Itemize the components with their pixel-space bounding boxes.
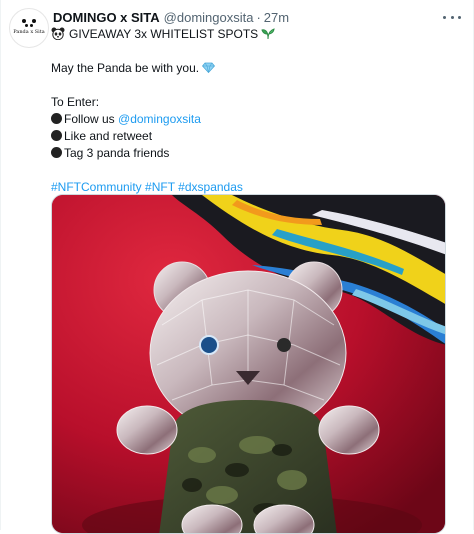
black-circle-icon <box>51 147 62 158</box>
tweet-text: GIVEAWAY 3x WHITELIST SPOTS May the Pand… <box>51 26 461 196</box>
gem-icon <box>202 62 216 73</box>
tweet-header: DOMINGO x SITA @domingoxsita · 27m <box>53 8 463 26</box>
follow-prefix: Follow us <box>64 112 119 126</box>
step-tag: Tag 3 panda friends <box>51 145 461 162</box>
more-icon[interactable] <box>443 12 461 22</box>
avatar-logo-text: Panda x Sita <box>13 29 45 35</box>
separator-dot: · <box>256 9 261 25</box>
panda-icon <box>51 27 65 40</box>
step-tag-text: Tag 3 panda friends <box>64 146 170 160</box>
panda-logo-icon <box>22 19 36 29</box>
hashtag-link[interactable]: #NFT <box>145 180 175 194</box>
timestamp[interactable]: 27m <box>264 10 289 25</box>
step-like: Like and retweet <box>51 128 461 145</box>
crystal-bear-artwork <box>52 195 445 533</box>
seedling-icon <box>261 28 275 40</box>
hashtag-link[interactable]: #NFTCommunity <box>51 180 142 194</box>
giveaway-title: GIVEAWAY 3x WHITELIST SPOTS <box>69 27 259 41</box>
title-line: GIVEAWAY 3x WHITELIST SPOTS <box>51 26 461 43</box>
step-like-text: Like and retweet <box>64 129 153 143</box>
tweet-media-image[interactable] <box>51 194 446 534</box>
user-handle[interactable]: @domingoxsita <box>164 10 254 25</box>
display-name[interactable]: DOMINGO x SITA <box>53 10 160 25</box>
hashtag-link[interactable]: #dxspandas <box>178 180 243 194</box>
panda-line-text: May the Panda be with you. <box>51 61 200 75</box>
panda-line: May the Panda be with you. <box>51 60 461 77</box>
tweet-card[interactable]: Panda x Sita DOMINGO x SITA @domingoxsit… <box>0 0 474 534</box>
black-circle-icon <box>51 130 62 141</box>
step-follow: Follow us @domingoxsita <box>51 111 461 128</box>
mention-link[interactable]: @domingoxsita <box>118 112 201 126</box>
to-enter-label: To Enter: <box>51 95 100 109</box>
avatar[interactable]: Panda x Sita <box>9 8 49 48</box>
black-circle-icon <box>51 113 62 124</box>
